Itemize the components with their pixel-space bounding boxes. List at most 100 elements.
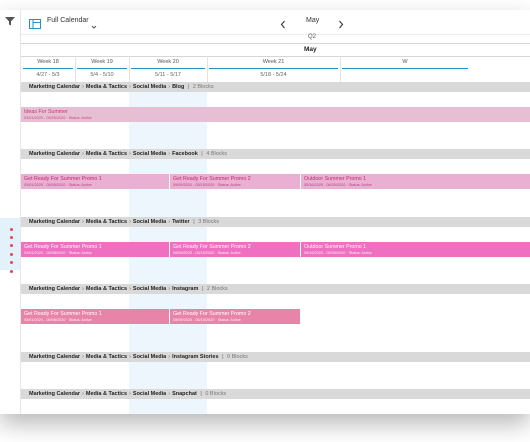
event-block[interactable]: Get Ready For Summer Promo 2 05/09/2020 -… bbox=[170, 242, 301, 257]
event-block[interactable]: Get Ready For Summer Promo 1 03/01/2020 -… bbox=[21, 309, 170, 324]
week-bar bbox=[131, 68, 205, 69]
breadcrumb-item: Marketing Calendar bbox=[29, 391, 81, 397]
section-header-snapchat[interactable]: Marketing Calendar › Media & Tactics › Socia… bbox=[21, 389, 530, 399]
status-dot bbox=[10, 244, 13, 247]
event-title: Ideas For Summer bbox=[24, 109, 68, 115]
section-header-instagram-stories[interactable]: Marketing Calendar › Media & Tactics › Socia… bbox=[21, 352, 530, 362]
channel-name: Blog bbox=[172, 84, 185, 90]
event-block[interactable]: Get Ready For Summer Promo 2 05/09/2020 -… bbox=[170, 174, 301, 189]
event-block[interactable]: Get Ready For Summer Promo 1 03/01/2020 -… bbox=[21, 242, 170, 257]
week-name: Week 21 bbox=[262, 59, 285, 65]
event-title: Get Ready For Summer Promo 1 bbox=[24, 244, 102, 250]
toolbar: Full Calendar May bbox=[21, 10, 530, 35]
count-separator: | bbox=[186, 84, 191, 90]
event-block[interactable]: Get Ready For Summer Promo 2 05/09/2020 -… bbox=[170, 309, 301, 324]
chevron-right-icon[interactable] bbox=[337, 16, 345, 29]
week-range: 4/27 - 5/3 bbox=[36, 72, 60, 78]
breadcrumb-item: Social Media bbox=[132, 286, 167, 292]
week-bar bbox=[342, 68, 468, 69]
view-selector[interactable]: Full Calendar bbox=[47, 17, 89, 24]
event-meta: 03/01/2020 - 09/25/2020 · Status: Active bbox=[24, 116, 92, 120]
breadcrumb-item: Marketing Calendar bbox=[29, 219, 81, 225]
month-header: May bbox=[21, 43, 530, 57]
event-title: Outdoor Summer Promo 1 bbox=[304, 176, 367, 182]
event-title: Get Ready For Summer Promo 2 bbox=[173, 244, 251, 250]
block-count: 2 Blocks bbox=[206, 286, 228, 292]
chevron-down-icon[interactable] bbox=[91, 17, 97, 29]
event-meta: 05/16/2020 - 06/30/2020 · Status: Active bbox=[304, 183, 372, 187]
breadcrumb-item: Social Media bbox=[132, 151, 167, 157]
event-block[interactable]: Outdoor Summer Promo 1 05/16/2020 - 06/30… bbox=[301, 174, 530, 189]
breadcrumb-item: Marketing Calendar bbox=[29, 286, 81, 292]
week-bar bbox=[23, 68, 73, 69]
month-label: May bbox=[304, 46, 317, 53]
breadcrumb-item: Social Media bbox=[132, 354, 167, 360]
channel-name: Instagram Stories bbox=[172, 354, 219, 360]
count-separator: | bbox=[191, 219, 197, 225]
left-rail bbox=[0, 10, 21, 414]
block-count: 4 Blocks bbox=[206, 151, 228, 157]
week-range: 5/4 - 5/10 bbox=[90, 72, 114, 78]
count-separator: | bbox=[220, 354, 226, 360]
status-dot bbox=[10, 253, 13, 256]
status-dot bbox=[10, 228, 13, 231]
event-title: Get Ready For Summer Promo 2 bbox=[173, 176, 251, 182]
event-meta: 03/01/2020 - 05/08/2020 · Status: Active bbox=[24, 183, 92, 187]
breadcrumb-item: Marketing Calendar bbox=[29, 84, 81, 90]
filter-icon[interactable] bbox=[4, 14, 16, 26]
week-bar bbox=[209, 68, 338, 69]
chevron-left-icon[interactable] bbox=[279, 16, 287, 29]
event-meta: 05/09/2020 - 05/15/2020 · Status: Active bbox=[173, 183, 241, 187]
count-separator: | bbox=[199, 151, 205, 157]
event-meta: 03/01/2020 - 05/08/2020 · Status: Active bbox=[24, 318, 92, 322]
breadcrumb-item: Social Media bbox=[132, 391, 167, 397]
status-dot bbox=[10, 236, 13, 239]
section-header-blog[interactable]: Marketing Calendar › Media & Tactics › Socia… bbox=[21, 82, 530, 92]
event-meta: 05/16/2020 - 06/30/2020 · Status: Active bbox=[304, 251, 372, 255]
breadcrumb-item: Media & Tactics bbox=[85, 354, 128, 360]
event-title: Get Ready For Summer Promo 1 bbox=[24, 311, 102, 317]
breadcrumb-item: Media & Tactics bbox=[85, 151, 128, 157]
week-name: W bbox=[402, 59, 408, 65]
status-dot bbox=[10, 261, 13, 264]
breadcrumb-item: Media & Tactics bbox=[85, 286, 128, 292]
event-block[interactable]: Ideas For Summer 03/01/2020 - 09/25/2020 … bbox=[21, 107, 530, 122]
breadcrumb-item: Marketing Calendar bbox=[29, 354, 81, 360]
count-separator: | bbox=[200, 286, 205, 292]
breadcrumb-item: Social Media bbox=[132, 219, 167, 225]
calendar-view-icon[interactable] bbox=[29, 16, 41, 29]
channel-name: Facebook bbox=[172, 151, 198, 157]
status-dot bbox=[10, 270, 13, 273]
block-count: 2 Blocks bbox=[192, 84, 214, 90]
channel-name: Snapchat bbox=[172, 391, 197, 397]
breadcrumb-item: Media & Tactics bbox=[85, 391, 128, 397]
week-name: Week 19 bbox=[91, 59, 113, 65]
block-count: 0 Blocks bbox=[227, 354, 248, 360]
event-meta: 05/09/2020 - 05/15/2020 · Status: Active bbox=[173, 251, 241, 255]
breadcrumb-item: Marketing Calendar bbox=[29, 151, 81, 157]
block-count: 3 Blocks bbox=[198, 219, 219, 225]
week-range: 5/18 - 5/24 bbox=[260, 72, 287, 78]
section-header-twitter[interactable]: Marketing Calendar › Media & Tactics › Socia… bbox=[21, 217, 530, 227]
week-name: Week 20 bbox=[157, 59, 179, 65]
current-month-label: May bbox=[306, 17, 320, 24]
event-meta: 03/01/2020 - 05/08/2020 · Status: Active bbox=[24, 251, 92, 255]
week-name: Week 18 bbox=[37, 59, 59, 65]
channel-name: Twitter bbox=[172, 219, 190, 225]
section-header-instagram[interactable]: Marketing Calendar › Media & Tactics › Socia… bbox=[21, 284, 530, 294]
event-block[interactable]: Outdoor Summer Promo 1 05/16/2020 - 06/30… bbox=[301, 242, 530, 257]
breadcrumb-item: Media & Tactics bbox=[85, 84, 128, 90]
section-header-facebook[interactable]: Marketing Calendar › Media & Tactics › Socia… bbox=[21, 149, 530, 159]
event-title: Get Ready For Summer Promo 1 bbox=[24, 176, 102, 182]
channel-name: Instagram bbox=[172, 286, 199, 292]
event-title: Get Ready For Summer Promo 2 bbox=[173, 311, 251, 317]
breadcrumb-item: Social Media bbox=[132, 84, 167, 90]
calendar-window: Full Calendar May Q2 May Week 18 4/27 - 5… bbox=[0, 10, 530, 414]
week-bar bbox=[77, 68, 127, 69]
block-count: 0 Blocks bbox=[205, 391, 227, 397]
breadcrumb-item: Media & Tactics bbox=[85, 219, 128, 225]
event-meta: 05/09/2020 - 05/15/2020 · Status: Active bbox=[173, 318, 241, 322]
event-title: Outdoor Summer Promo 1 bbox=[304, 244, 367, 250]
event-block[interactable]: Get Ready For Summer Promo 1 03/01/2020 -… bbox=[21, 174, 170, 189]
week-range: 5/11 - 5/17 bbox=[155, 72, 181, 78]
